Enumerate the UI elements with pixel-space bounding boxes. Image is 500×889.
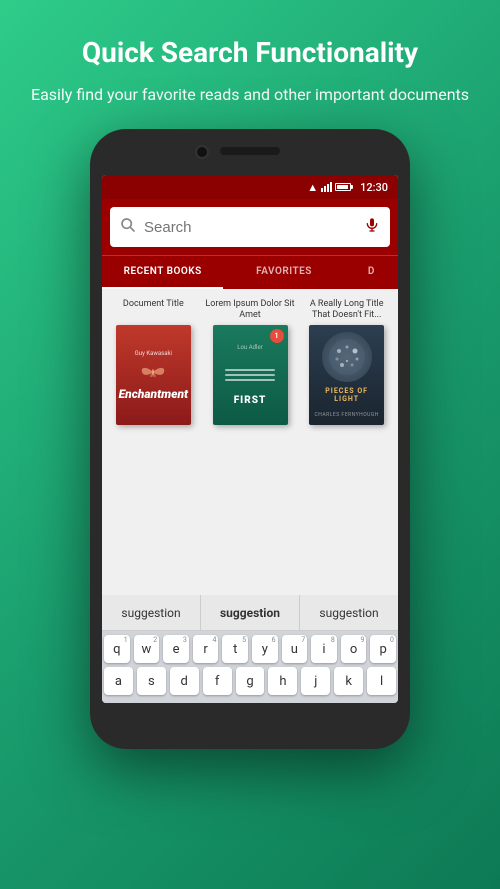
- book-author-2: Lou Adler: [237, 344, 262, 351]
- tab-recent-books[interactable]: RECENT BOOKS: [102, 256, 223, 289]
- wifi-icon: ▲: [307, 181, 318, 194]
- signal-bar-3: [327, 184, 329, 192]
- search-input[interactable]: [144, 219, 364, 236]
- key-u[interactable]: 7u: [282, 635, 308, 663]
- app-bar: [102, 199, 398, 255]
- status-icons: ▲ 12:30: [307, 181, 388, 194]
- book-name-2: FIRST: [234, 395, 267, 406]
- key-q[interactable]: 1q: [104, 635, 130, 663]
- phone-mockup: ▲ 12:30: [90, 129, 410, 749]
- search-bar[interactable]: [110, 207, 390, 247]
- key-y[interactable]: 6y: [252, 635, 278, 663]
- books-grid: Document Title Guy Kawasaki Enchantment: [102, 289, 398, 595]
- key-g[interactable]: g: [236, 667, 265, 695]
- book-author-3: CHARLES FERNYHOUGH: [314, 412, 378, 418]
- key-h[interactable]: h: [268, 667, 297, 695]
- phone-camera: [195, 145, 209, 159]
- key-i[interactable]: 8i: [311, 635, 337, 663]
- book-item-2[interactable]: Lorem Ipsum Dolor Sit Amet 1 Lou Adler F…: [205, 299, 296, 585]
- status-bar: ▲ 12:30: [102, 175, 398, 199]
- key-l[interactable]: l: [367, 667, 396, 695]
- suggestion-3[interactable]: suggestion: [300, 595, 398, 630]
- feature-header: Quick Search Functionality Easily find y…: [1, 0, 499, 119]
- book-title-2: Lorem Ipsum Dolor Sit Amet: [205, 299, 296, 321]
- book-dots-art: [327, 337, 367, 377]
- book-item-3[interactable]: A Really Long Title That Doesn't Fit...: [301, 299, 392, 585]
- book-cover-2: 1 Lou Adler FIRST: [213, 325, 288, 425]
- book-cover-art-1: [138, 357, 168, 387]
- key-o[interactable]: 9o: [341, 635, 367, 663]
- signal-bar-4: [330, 182, 332, 192]
- key-a[interactable]: a: [104, 667, 133, 695]
- signal-bars: [321, 182, 332, 192]
- tabs-bar: RECENT BOOKS FAVORITES D: [102, 255, 398, 289]
- signal-bar-2: [324, 186, 326, 192]
- key-w[interactable]: 2w: [134, 635, 160, 663]
- book-title-3: A Really Long Title That Doesn't Fit...: [301, 299, 392, 321]
- signal-bar-1: [321, 188, 323, 192]
- key-d[interactable]: d: [170, 667, 199, 695]
- feature-subtitle: Easily find your favorite reads and othe…: [31, 83, 469, 107]
- tab-more[interactable]: D: [345, 256, 398, 289]
- key-s[interactable]: s: [137, 667, 166, 695]
- suggestions-bar: suggestion suggestion suggestion: [102, 595, 398, 631]
- suggestion-1[interactable]: suggestion: [102, 595, 201, 630]
- keyboard-row-2: a s d f g h j k l: [104, 667, 396, 695]
- battery-icon: [335, 183, 353, 191]
- tab-favorites[interactable]: FAVORITES: [223, 256, 344, 289]
- book-cover-lines-2: [225, 355, 275, 395]
- key-f[interactable]: f: [203, 667, 232, 695]
- keyboard: 1q 2w 3e 4r 5t 6y 7u 8i 9o 0p a s d f g …: [102, 631, 398, 703]
- book-cover-1: Guy Kawasaki Enchantment: [116, 325, 191, 425]
- book-cover-3: PIECES OF LIGHT CHARLES FERNYHOUGH: [309, 325, 384, 425]
- phone-screen: ▲ 12:30: [102, 175, 398, 703]
- mic-icon[interactable]: [364, 217, 380, 238]
- book-title-1: Document Title: [123, 299, 184, 321]
- book-name-1: Enchantment: [119, 387, 188, 401]
- key-e[interactable]: 3e: [163, 635, 189, 663]
- key-p[interactable]: 0p: [370, 635, 396, 663]
- book-cover-art-3: [322, 332, 372, 382]
- book-item-1[interactable]: Document Title Guy Kawasaki Enchantment: [108, 299, 199, 585]
- keyboard-row-1: 1q 2w 3e 4r 5t 6y 7u 8i 9o 0p: [104, 635, 396, 663]
- feature-title: Quick Search Functionality: [31, 36, 469, 69]
- key-t[interactable]: 5t: [222, 635, 248, 663]
- key-k[interactable]: k: [334, 667, 363, 695]
- book-title-text-3: PIECES OF LIGHT: [313, 387, 380, 403]
- book-author-1: Guy Kawasaki: [135, 350, 172, 357]
- suggestion-2[interactable]: suggestion: [201, 595, 300, 630]
- search-icon: [120, 217, 136, 238]
- key-r[interactable]: 4r: [193, 635, 219, 663]
- key-j[interactable]: j: [301, 667, 330, 695]
- phone-speaker: [220, 147, 280, 155]
- status-time: 12:30: [360, 181, 388, 194]
